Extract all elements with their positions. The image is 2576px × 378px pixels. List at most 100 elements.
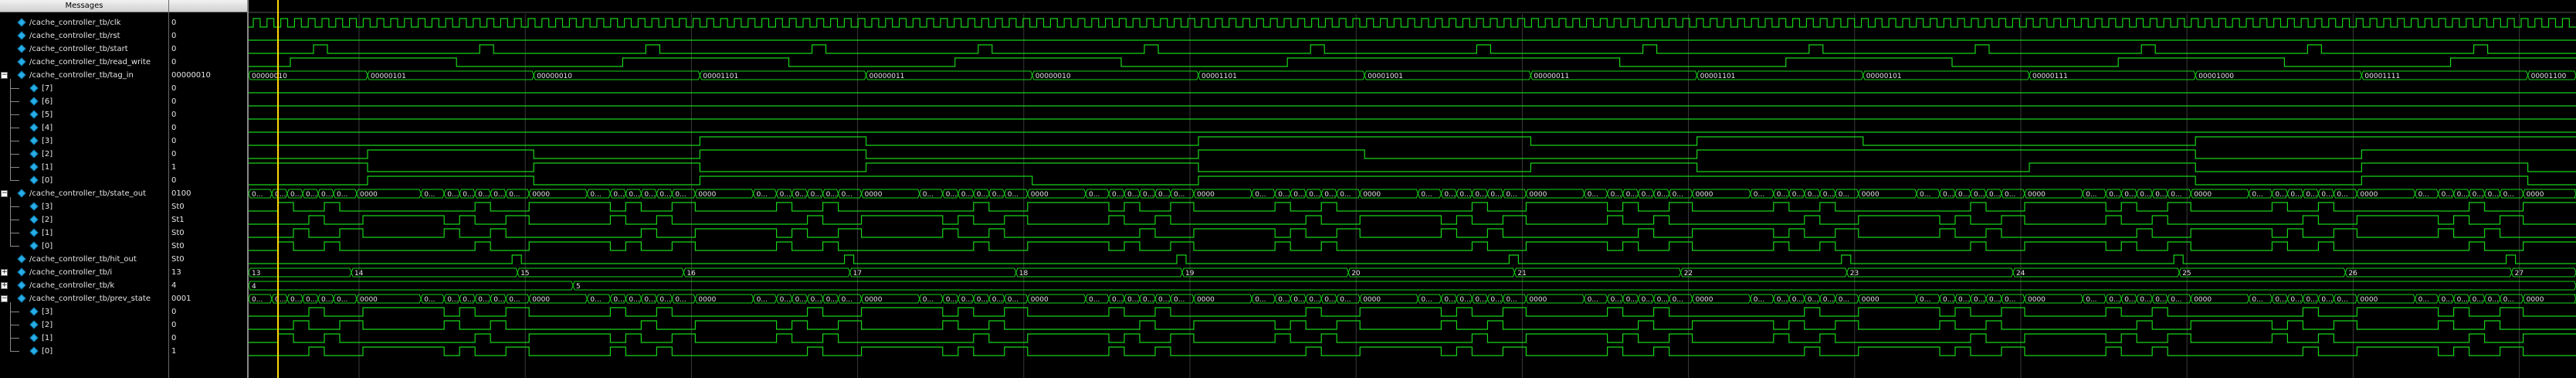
tag-in-bus-label: 00000011	[1534, 73, 1569, 80]
signal-row[interactable]: − /cache_controller_tb/prev_state	[0, 292, 168, 305]
prev-state-bus-label: 0...	[2086, 296, 2096, 304]
signal-row[interactable]: − /cache_controller_tb/state_out	[0, 187, 168, 200]
signal-row[interactable]: + /cache_controller_tb/k	[0, 279, 168, 292]
state-out-bus-label: 0...	[1792, 191, 1803, 199]
signal-value-row: 0	[169, 29, 247, 43]
signal-row[interactable]: /cache_controller_tb/start	[0, 43, 168, 56]
signal-row[interactable]: − /cache_controller_tb/tag_in	[0, 69, 168, 82]
state-out-bus-label: 0...	[977, 191, 988, 199]
state-out-bus-label: 0000	[360, 191, 378, 199]
signal-row[interactable]: [1]	[0, 161, 168, 174]
signal-value: 0	[171, 58, 177, 66]
signal-row[interactable]: [2]	[0, 318, 168, 332]
prev-state-bus-label: 0...	[629, 296, 639, 304]
signal-value-row: 0	[169, 305, 247, 318]
prev-state-bus-label: 0...	[1626, 296, 1637, 304]
state-out-bus-label: 0...	[2252, 191, 2262, 199]
state-out-bus-label: 0...	[2155, 191, 2166, 199]
signal-row[interactable]: /cache_controller_tb/rst	[0, 29, 168, 43]
signal-row[interactable]: [3]	[0, 135, 168, 148]
signal-row[interactable]: [1]	[0, 332, 168, 345]
signal-row[interactable]: [4]	[0, 121, 168, 135]
waveform-pane[interactable]: 00000010 00000101 00000010 00001101 00000011…	[249, 0, 2576, 378]
signal-value-row: 00000010	[169, 69, 247, 82]
signal-row[interactable]: [2]	[0, 148, 168, 161]
signal-diamond-icon	[29, 320, 39, 329]
signal-row[interactable]: [6]	[0, 95, 168, 108]
collapse-icon[interactable]: −	[1, 190, 8, 197]
prev-state-bus-label: 0...	[780, 296, 791, 304]
tag-in-bus-label: 00000010	[252, 73, 287, 80]
signal-row[interactable]: [1]	[0, 226, 168, 240]
state-out-bus-label: 0...	[1989, 191, 2000, 199]
signal-value-row: 1	[169, 161, 247, 174]
signal-row[interactable]: [7]	[0, 82, 168, 95]
tree-branch	[10, 167, 19, 168]
signal-row[interactable]: + /cache_controller_tb/i	[0, 266, 168, 279]
signal-value-row: 0	[169, 108, 247, 121]
expand-icon[interactable]: +	[1, 282, 8, 289]
signal-row[interactable]: /cache_controller_tb/hit_out	[0, 253, 168, 266]
signal-row[interactable]: [3]	[0, 200, 168, 213]
signal-value: St0	[171, 255, 185, 264]
tag-in-bus-label: 00000010	[1035, 73, 1071, 80]
signal-name: /cache_controller_tb/start	[29, 45, 128, 53]
tree-line	[10, 302, 11, 351]
signal-name: [0]	[42, 176, 53, 185]
prev-state-bus-label: 0...	[1974, 296, 1985, 304]
signal-row[interactable]: [2]	[0, 213, 168, 226]
tag-in-bit-wave	[249, 149, 2576, 159]
state-out-bus-label: 0...	[2321, 191, 2332, 199]
waveform-canvas[interactable]: 00000010 00000101 00000010 00001101 00000011…	[249, 0, 2576, 378]
signal-diamond-icon	[29, 97, 39, 106]
prev-state-bus-label: 0...	[1089, 296, 1100, 304]
prev-state-bus-label: 0000	[2194, 296, 2212, 304]
state-out-bus-label: 0...	[1324, 191, 1335, 199]
signal-value: 0	[171, 308, 177, 316]
collapse-icon[interactable]: −	[1, 295, 8, 302]
signal-row[interactable]: /cache_controller_tb/read_write	[0, 56, 168, 69]
read-write-wave	[249, 57, 2576, 67]
signal-value: 4	[171, 281, 177, 290]
prev-state-bit-wave	[249, 320, 2576, 330]
signal-row[interactable]: [5]	[0, 108, 168, 121]
collapse-icon[interactable]: −	[1, 72, 8, 79]
wave-window: Messages /cache_controller_tb/clk/cache_…	[0, 0, 2576, 378]
clk-wave	[249, 18, 2576, 28]
signal-value-row: 0	[169, 43, 247, 56]
signal-row[interactable]: /cache_controller_tb/clk	[0, 16, 168, 29]
prev-state-bus-label: 0...	[923, 296, 934, 304]
state-out-bus-label: 0...	[275, 191, 286, 199]
signal-diamond-icon	[17, 31, 26, 40]
signal-diamond-icon	[29, 110, 39, 119]
tag-in-bit-wave	[249, 162, 2576, 172]
prev-state-bus-label: 0000	[1363, 296, 1381, 304]
signal-row[interactable]: [0]	[0, 174, 168, 187]
signal-value: 0	[171, 334, 177, 342]
prev-state-bus-label: 0...	[795, 296, 806, 304]
i-bus-segment	[351, 267, 518, 278]
state-out-bus-label: 0000	[532, 191, 550, 199]
signal-diamond-icon	[29, 333, 39, 342]
prev-state-bus-label: 0...	[2275, 296, 2286, 304]
tree-line	[10, 79, 11, 180]
state-out-bus-label: 0...	[1174, 191, 1185, 199]
state-out-bus-label: 0000	[2028, 191, 2046, 199]
prev-state-bus-label: 0...	[590, 296, 601, 304]
messages-header: Messages	[0, 0, 168, 12]
expand-icon[interactable]: +	[1, 269, 8, 276]
signal-value-row: 13	[169, 266, 247, 279]
i-bus-label: 24	[2016, 270, 2025, 278]
signal-value: 0	[171, 124, 177, 132]
signal-row[interactable]: [0]	[0, 345, 168, 358]
state-out-bus-label: 0...	[992, 191, 1003, 199]
tag-in-bus-label: 00001101	[1202, 73, 1237, 80]
state-out-bus-label: 0...	[590, 191, 601, 199]
signal-name: [5]	[42, 111, 53, 119]
signal-row[interactable]: [0]	[0, 240, 168, 253]
state-out-bus-label: 0000	[865, 191, 883, 199]
signal-row[interactable]: [3]	[0, 305, 168, 318]
prev-state-bus-label: 0000	[360, 296, 378, 304]
prev-state-bus-label: 0...	[644, 296, 655, 304]
i-bus-label: 23	[1850, 270, 1859, 278]
